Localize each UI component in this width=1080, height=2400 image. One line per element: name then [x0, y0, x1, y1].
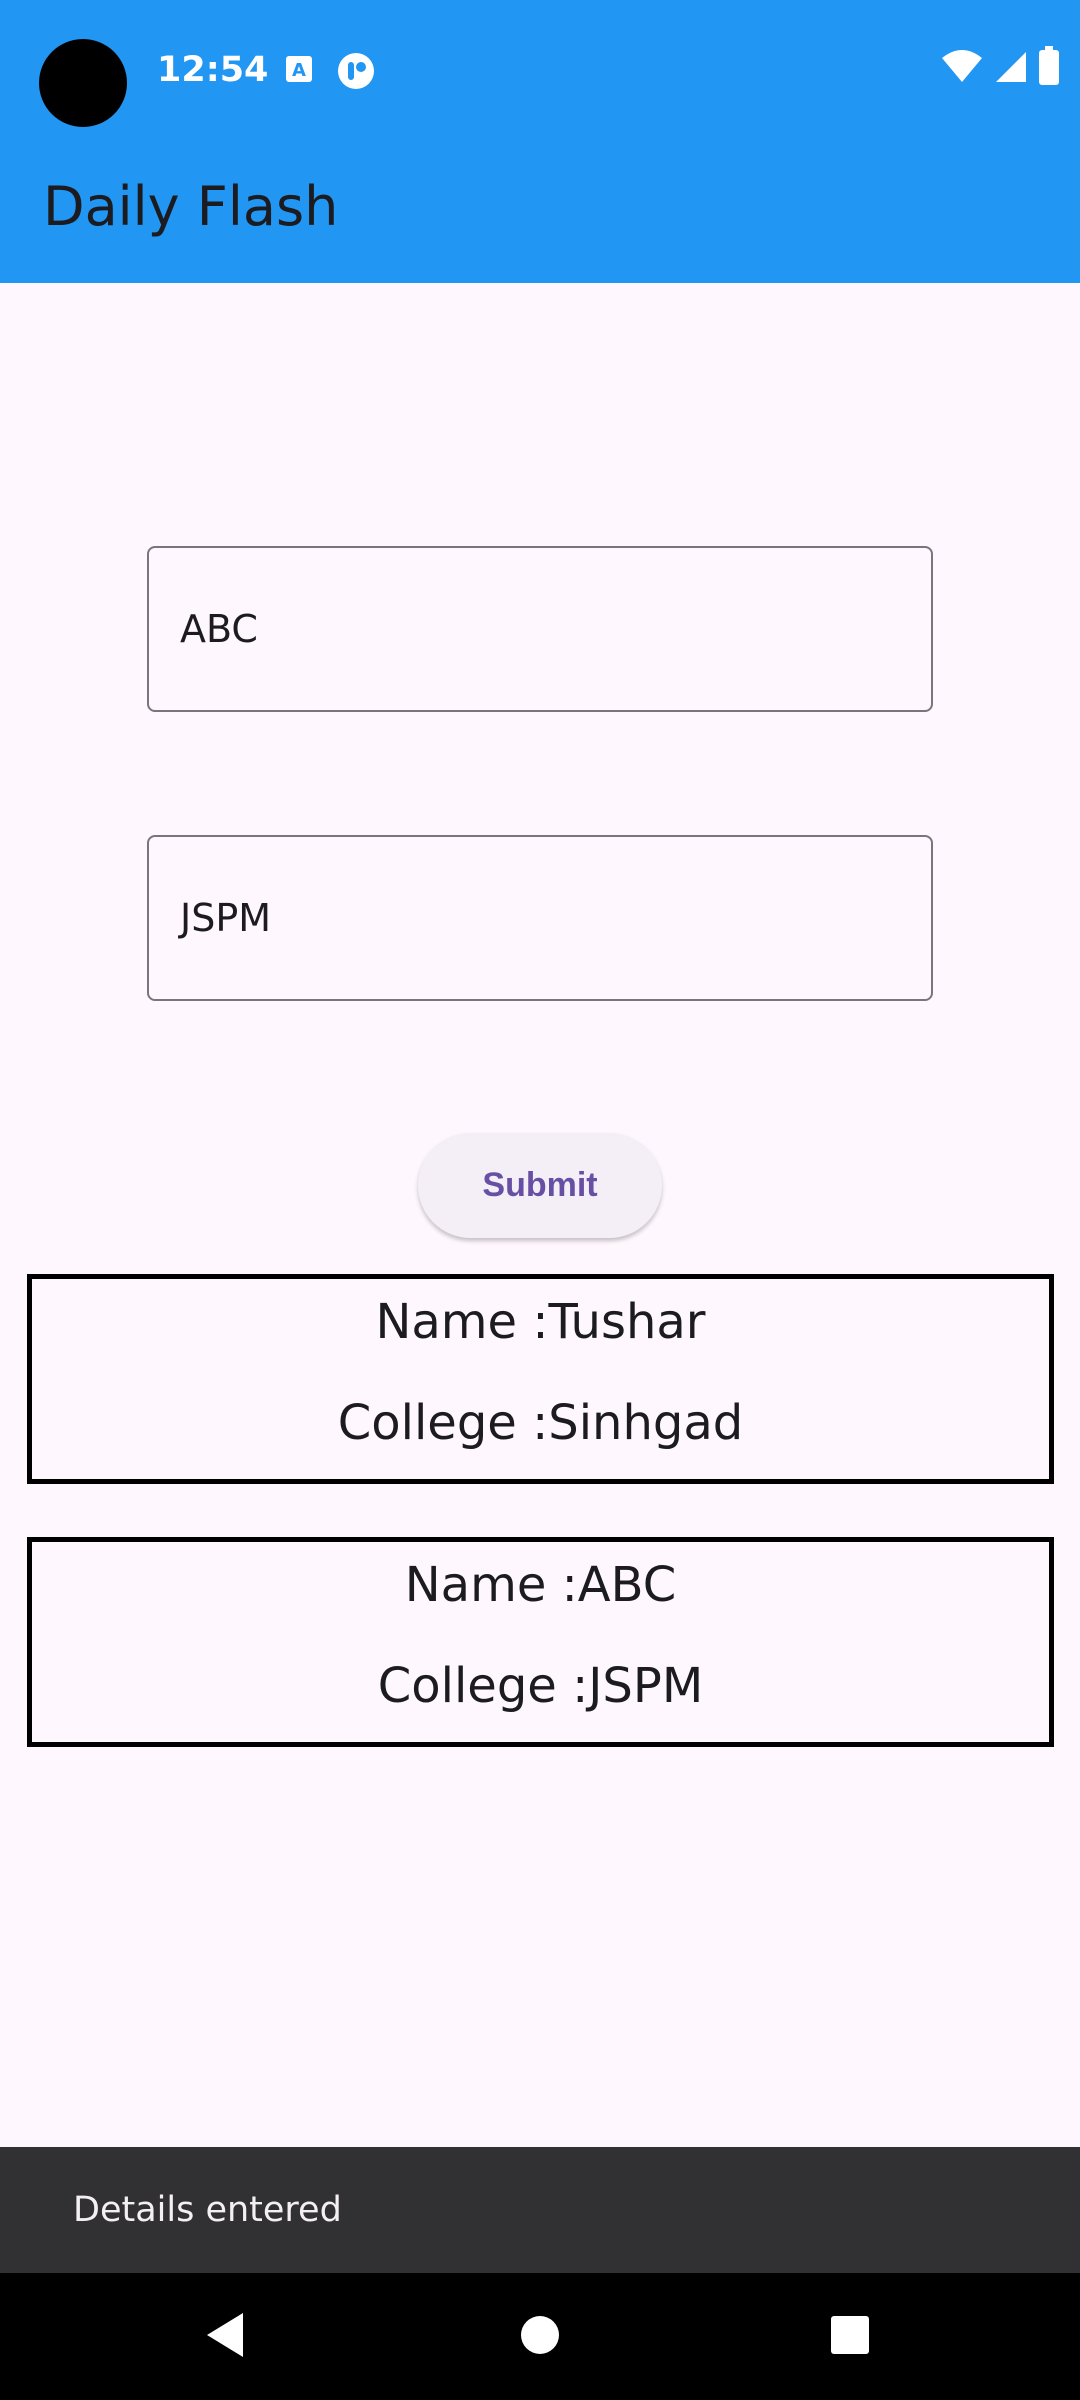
text-notification-icon: A [282, 52, 316, 86]
wifi-icon [940, 48, 984, 88]
name-input[interactable]: ABC [147, 546, 933, 712]
entry-card: Name :Tushar College :Sinhgad [27, 1274, 1054, 1484]
back-icon [203, 2311, 247, 2363]
app-notification-icon [337, 52, 374, 89]
cell-signal-icon [994, 48, 1028, 88]
status-icons [940, 46, 1060, 90]
battery-icon [1038, 46, 1060, 90]
front-camera-cutout [39, 39, 127, 127]
entry-name: Name :Tushar [375, 1294, 706, 1350]
back-button[interactable] [165, 2273, 285, 2400]
app-bar: 12:54 A Daily Flash [0, 0, 1080, 283]
home-icon [520, 2315, 560, 2359]
recents-button[interactable] [790, 2273, 910, 2400]
page-title: Daily Flash [43, 175, 339, 238]
recents-icon [830, 2315, 870, 2359]
svg-text:A: A [292, 60, 306, 81]
college-input-value: JSPM [180, 896, 272, 940]
status-time: 12:54 [157, 50, 269, 90]
college-input[interactable]: JSPM [147, 835, 933, 1001]
name-input-value: ABC [180, 607, 258, 651]
entry-college: College :JSPM [377, 1658, 704, 1714]
snackbar: Details entered [0, 2147, 1080, 2273]
entry-name: Name :ABC [404, 1557, 677, 1613]
entry-college: College :Sinhgad [337, 1395, 744, 1451]
snackbar-message: Details entered [73, 2190, 342, 2230]
submit-button[interactable]: Submit [418, 1133, 662, 1238]
entry-card: Name :ABC College :JSPM [27, 1537, 1054, 1747]
system-navigation-bar [0, 2273, 1080, 2400]
home-button[interactable] [480, 2273, 600, 2400]
